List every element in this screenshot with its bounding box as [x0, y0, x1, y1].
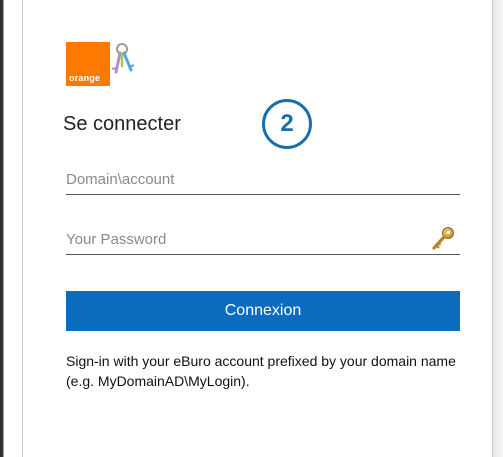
window-right-edge [492, 0, 493, 457]
logo-text: orange [69, 73, 101, 83]
username-input[interactable] [66, 165, 460, 195]
window-right-shadow [493, 0, 503, 457]
login-window: orange Se connecter 2 Connexion Sign-in … [0, 0, 503, 457]
help-text: Sign-in with your eBuro account prefixed… [66, 353, 456, 389]
connexion-button[interactable]: Connexion [66, 291, 460, 331]
window-left-edge [0, 0, 24, 457]
orange-logo: orange [66, 42, 110, 86]
page-title: Se connecter [63, 113, 181, 135]
step-badge: 2 [262, 99, 312, 149]
password-input[interactable] [66, 225, 460, 255]
keys-icon [111, 43, 135, 74]
key-icon[interactable] [430, 226, 456, 252]
